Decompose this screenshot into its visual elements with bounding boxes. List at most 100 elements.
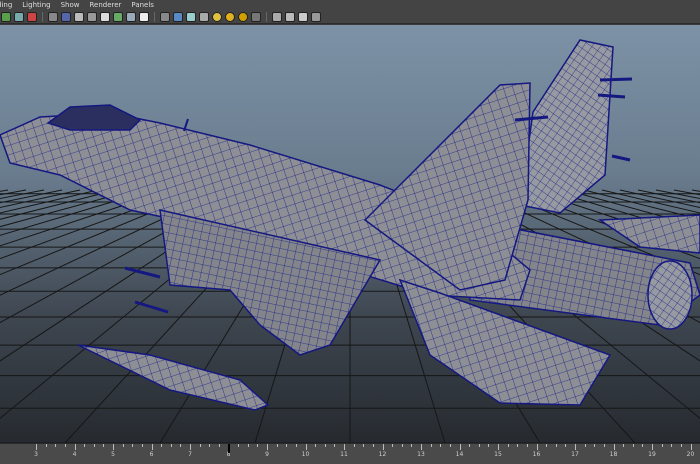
- tick-mark: [353, 444, 355, 447]
- resolution-gate-icon[interactable]: [87, 11, 97, 22]
- tick-mark: [680, 444, 682, 447]
- ventral-fin: [77, 344, 270, 411]
- tick-mark: [170, 444, 172, 447]
- tick-mark: [161, 444, 163, 447]
- tick-mark: [459, 444, 461, 450]
- tick-mark: [623, 444, 625, 447]
- frame-label: 11: [340, 451, 348, 458]
- missile-4: [599, 77, 633, 82]
- use-all-lights-icon[interactable]: [225, 11, 235, 22]
- tick-mark: [594, 444, 596, 447]
- time-slider[interactable]: 3 4 5 6 7 8 9 10 11 12 13 14 15 16 17 18 19 20: [0, 443, 700, 464]
- tick-mark: [286, 444, 288, 447]
- tick-mark: [488, 444, 490, 447]
- frame-label: 20: [686, 451, 695, 458]
- tick-mark: [498, 444, 499, 450]
- bookmark-icon[interactable]: [27, 11, 37, 22]
- tick-mark: [603, 444, 605, 447]
- field-chart-icon[interactable]: [113, 11, 123, 22]
- select-camera-icon[interactable]: [1, 11, 11, 22]
- tick-mark: [584, 444, 586, 447]
- menu-item-show[interactable]: Show: [61, 1, 80, 9]
- tick-mark: [74, 444, 76, 450]
- toolbar-separator: [266, 11, 267, 22]
- tick-mark: [632, 444, 634, 447]
- missile-2: [134, 300, 169, 314]
- time-slider-playhead[interactable]: [227, 444, 230, 453]
- menu-item-panels[interactable]: Panels: [131, 1, 154, 9]
- isolate-select-icon[interactable]: [272, 11, 282, 22]
- safe-action-icon[interactable]: [126, 11, 136, 22]
- tick-mark: [661, 444, 663, 447]
- smooth-shade-all-icon[interactable]: [186, 11, 196, 22]
- default-material-icon[interactable]: [199, 11, 209, 22]
- frame-label: 5: [111, 451, 115, 458]
- wireframe-icon[interactable]: [160, 11, 170, 22]
- tick-mark: [372, 444, 374, 447]
- tick-mark: [536, 444, 538, 450]
- lock-camera-icon[interactable]: [14, 11, 24, 22]
- tick-mark: [276, 444, 278, 447]
- highlight-icon[interactable]: [311, 11, 321, 22]
- image-plane-icon[interactable]: [48, 11, 58, 22]
- menu-bar: ding Lighting Show Renderer Panels: [0, 0, 700, 10]
- viewport-canvas[interactable]: [0, 25, 700, 443]
- film-gate-icon[interactable]: [74, 11, 84, 22]
- tick-mark: [257, 444, 259, 447]
- engine-nozzle: [647, 260, 693, 330]
- smooth-shade-icon[interactable]: [173, 11, 183, 22]
- tick-mark: [141, 444, 143, 447]
- grid-icon[interactable]: [61, 11, 71, 22]
- menu-item-ding[interactable]: ding: [0, 1, 12, 9]
- missile-5: [597, 93, 626, 99]
- tick-mark: [690, 444, 692, 450]
- frame-label: 10: [301, 451, 310, 458]
- tick-mark: [430, 444, 432, 447]
- viewport-panel[interactable]: [0, 25, 700, 443]
- frame-label: 12: [378, 451, 387, 458]
- frame-label: 19: [648, 451, 656, 458]
- tick-mark: [526, 444, 528, 447]
- tick-mark: [113, 444, 114, 450]
- tick-mark: [180, 444, 182, 447]
- menu-item-lighting[interactable]: Lighting: [22, 1, 50, 9]
- frame-label: 16: [532, 451, 541, 458]
- tick-mark: [421, 444, 422, 450]
- tick-mark: [295, 444, 297, 447]
- toolbar-separator: [154, 11, 155, 22]
- tick-mark: [305, 444, 307, 450]
- tick-mark: [575, 444, 576, 450]
- missile-6: [611, 154, 631, 162]
- tick-mark: [555, 444, 557, 447]
- tick-mark: [151, 444, 153, 450]
- tick-mark: [507, 444, 509, 447]
- xray-joints-icon[interactable]: [298, 11, 308, 22]
- gate-mask-icon[interactable]: [100, 11, 110, 22]
- tick-mark: [315, 444, 317, 447]
- toolbar-separator: [42, 11, 43, 22]
- tick-mark: [132, 444, 134, 447]
- tick-mark: [84, 444, 86, 447]
- menu-item-renderer[interactable]: Renderer: [89, 1, 121, 9]
- frame-label: 13: [417, 451, 425, 458]
- tick-mark: [324, 444, 326, 447]
- textured-icon[interactable]: [212, 11, 222, 22]
- safe-title-icon[interactable]: [139, 11, 149, 22]
- shadows-icon[interactable]: [238, 11, 248, 22]
- tick-mark: [478, 444, 480, 447]
- tick-mark: [565, 444, 567, 447]
- tick-mark: [334, 444, 336, 447]
- tick-mark: [209, 444, 211, 447]
- ambient-occlusion-icon[interactable]: [251, 11, 261, 22]
- tick-mark: [93, 444, 95, 447]
- tick-mark: [382, 444, 384, 450]
- tick-mark: [36, 444, 37, 450]
- tick-mark: [449, 444, 451, 447]
- tick-mark: [64, 444, 66, 447]
- tick-mark: [613, 444, 615, 450]
- frame-label: 9: [265, 451, 269, 458]
- tick-mark: [55, 444, 57, 447]
- tick-mark: [401, 444, 403, 447]
- xray-icon[interactable]: [285, 11, 295, 22]
- tick-mark: [392, 444, 394, 447]
